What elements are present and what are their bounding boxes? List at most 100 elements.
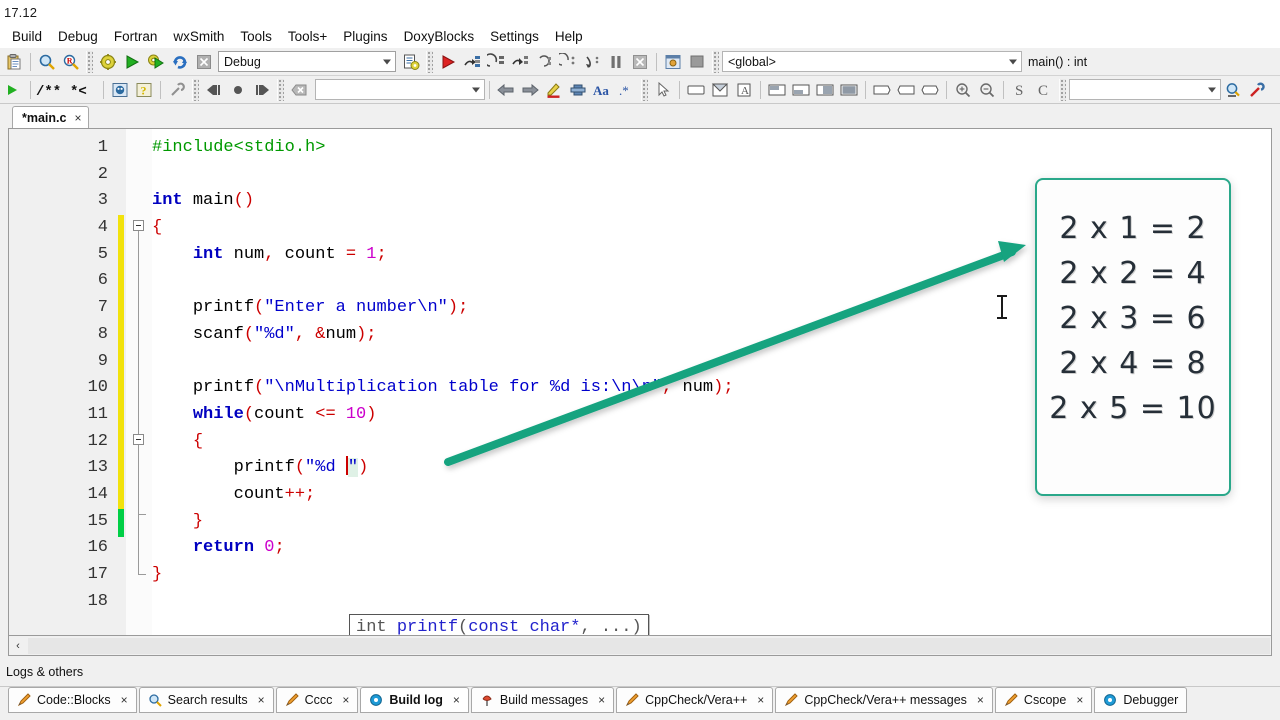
run-small-icon[interactable] <box>2 78 26 102</box>
toolbar-grip[interactable] <box>712 50 719 73</box>
doxyblocks-run-icon[interactable] <box>108 78 132 102</box>
code-line[interactable]: while(count <= 10) <box>152 402 734 429</box>
code-line[interactable]: printf("%d ") <box>152 455 734 482</box>
code-content[interactable]: #include<stdio.h> int main(){ int num, co… <box>152 135 734 615</box>
abort-icon[interactable] <box>192 50 216 74</box>
menu-item-plugins[interactable]: Plugins <box>335 27 395 46</box>
debug-stop-icon[interactable] <box>628 50 652 74</box>
code-line[interactable]: { <box>152 429 734 456</box>
text-icon[interactable]: A <box>732 78 756 102</box>
forward-icon[interactable] <box>250 78 274 102</box>
log-tab-cscope[interactable]: Cscope × <box>994 687 1093 713</box>
fold-toggle-icon[interactable] <box>133 434 144 445</box>
zoom-in-icon[interactable] <box>951 78 975 102</box>
log-tab-search-results[interactable]: Search results × <box>138 687 274 713</box>
layout-left-icon[interactable] <box>813 78 837 102</box>
code-line[interactable] <box>152 268 734 295</box>
debug-step-out-icon[interactable] <box>532 50 556 74</box>
close-icon[interactable]: × <box>453 693 460 707</box>
zoom-out-icon[interactable] <box>975 78 999 102</box>
log-tab-build-messages[interactable]: Build messages × <box>470 687 615 713</box>
code-line[interactable]: count++; <box>152 482 734 509</box>
pointer-icon[interactable] <box>651 78 675 102</box>
debug-info-icon[interactable] <box>661 50 685 74</box>
target-options-icon[interactable] <box>399 50 423 74</box>
code-line[interactable] <box>152 162 734 189</box>
code-line[interactable]: #include<stdio.h> <box>152 135 734 162</box>
log-tab-debugger[interactable]: Debugger <box>1094 687 1188 713</box>
next-icon[interactable] <box>518 78 542 102</box>
code-line[interactable]: scanf("%d", &num); <box>152 322 734 349</box>
code-line[interactable]: printf("\nMultiplication table for %d is… <box>152 375 734 402</box>
code-line[interactable]: printf("Enter a number\n"); <box>152 295 734 322</box>
close-icon[interactable]: × <box>74 111 81 125</box>
toolbar-grip[interactable] <box>277 78 284 101</box>
doxyblocks-block-icon[interactable]: *< <box>69 78 99 102</box>
case-icon[interactable]: Aa <box>590 78 614 102</box>
close-icon[interactable]: × <box>977 693 984 707</box>
highlight-icon[interactable] <box>542 78 566 102</box>
close-icon[interactable]: × <box>258 693 265 707</box>
menu-item-build[interactable]: Build <box>4 27 50 46</box>
find-replace-icon[interactable]: R <box>59 50 83 74</box>
settings-icon[interactable] <box>1245 78 1269 102</box>
find-icon[interactable] <box>35 50 59 74</box>
close-icon[interactable]: × <box>1076 693 1083 707</box>
toolbar-grip[interactable] <box>426 50 433 73</box>
search-input[interactable] <box>315 79 485 100</box>
bookmark-icon[interactable] <box>566 78 590 102</box>
menu-item-settings[interactable]: Settings <box>482 27 547 46</box>
toolbar-grip[interactable] <box>86 50 93 73</box>
scope-function-label[interactable]: main() : int <box>1022 55 1093 69</box>
close-icon[interactable]: × <box>757 693 764 707</box>
source-icon[interactable]: S <box>1008 78 1032 102</box>
menu-item-tools-[interactable]: Tools+ <box>280 27 335 46</box>
layout-fill-icon[interactable] <box>837 78 861 102</box>
toolbar-grip[interactable] <box>192 78 199 101</box>
menu-item-debug[interactable]: Debug <box>50 27 106 46</box>
code-line[interactable]: } <box>152 562 734 589</box>
code-line[interactable]: int main() <box>152 188 734 215</box>
scope-global-combo[interactable]: <global> <box>722 51 1022 72</box>
run-icon[interactable] <box>120 50 144 74</box>
debug-next-instruction-icon[interactable] <box>556 50 580 74</box>
menu-item-doxyblocks[interactable]: DoxyBlocks <box>396 27 483 46</box>
debug-run-to-cursor-icon[interactable] <box>460 50 484 74</box>
toolbar-grip[interactable] <box>641 78 648 101</box>
debug-window-icon[interactable] <box>685 50 709 74</box>
close-icon[interactable]: × <box>342 693 349 707</box>
debug-continue-icon[interactable] <box>436 50 460 74</box>
menu-item-fortran[interactable]: Fortran <box>106 27 166 46</box>
scroll-track[interactable] <box>28 637 1270 654</box>
symbol-search-input[interactable] <box>1069 79 1221 100</box>
clipboard-icon[interactable] <box>2 50 26 74</box>
log-tab-cppcheck-vera-[interactable]: CppCheck/Vera++ × <box>616 687 774 713</box>
build-icon[interactable] <box>96 50 120 74</box>
log-tab-cppcheck-vera-messages[interactable]: CppCheck/Vera++ messages × <box>775 687 993 713</box>
code-line[interactable]: { <box>152 215 734 242</box>
code-line[interactable]: return 0; <box>152 535 734 562</box>
doxyblocks-config-icon[interactable] <box>165 78 189 102</box>
layout-top-icon[interactable] <box>765 78 789 102</box>
prev-icon[interactable] <box>494 78 518 102</box>
editor-horizontal-scrollbar[interactable]: ‹ <box>8 636 1272 656</box>
build-and-run-icon[interactable] <box>144 50 168 74</box>
doxyblocks-comment-icon[interactable]: /** <box>35 78 69 102</box>
panel-icon[interactable] <box>708 78 732 102</box>
log-tab-code-blocks[interactable]: Code::Blocks × <box>8 687 137 713</box>
code-line[interactable] <box>152 589 734 616</box>
shape-rect-icon[interactable] <box>870 78 894 102</box>
rebuild-icon[interactable] <box>168 50 192 74</box>
code-line[interactable] <box>152 349 734 376</box>
menu-item-tools[interactable]: Tools <box>232 27 280 46</box>
layout-bottom-icon[interactable] <box>789 78 813 102</box>
doxyblocks-help-icon[interactable]: ? <box>132 78 156 102</box>
frame-icon[interactable] <box>684 78 708 102</box>
scroll-left-icon[interactable]: ‹ <box>9 637 27 655</box>
editor-tab-main-c[interactable]: *main.c × <box>12 106 90 128</box>
fold-toggle-icon[interactable] <box>133 220 144 231</box>
menu-item-wxsmith[interactable]: wxSmith <box>165 27 232 46</box>
close-icon[interactable]: × <box>121 693 128 707</box>
search-icon[interactable] <box>1221 78 1245 102</box>
shape-oval-icon[interactable] <box>918 78 942 102</box>
